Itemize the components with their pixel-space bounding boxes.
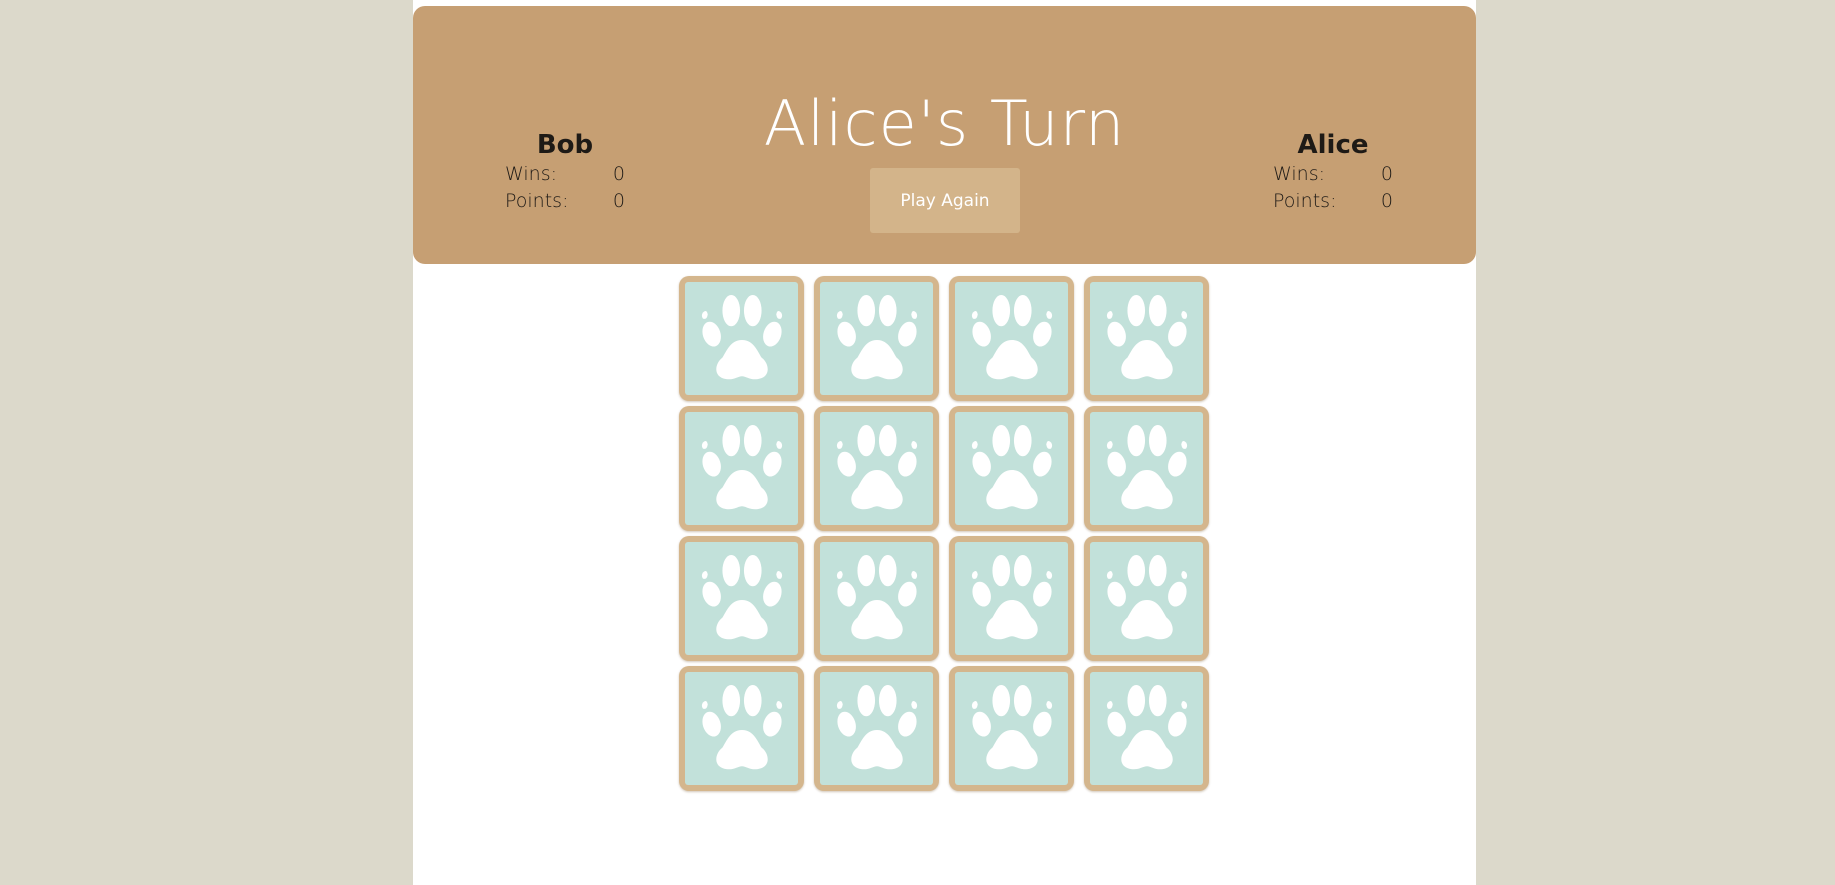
- paw-icon: [1106, 554, 1187, 639]
- card-back-face: [685, 412, 798, 525]
- card-back-face: [685, 542, 798, 655]
- scoreboard-header: Bob Wins: 0 Points: 0 Alice's Turn Play …: [413, 6, 1476, 264]
- points-value: 0: [612, 190, 625, 212]
- memory-card[interactable]: [949, 276, 1074, 401]
- paw-icon: [1106, 294, 1187, 379]
- card-back-face: [820, 282, 933, 395]
- paw-icon: [836, 684, 917, 769]
- memory-card[interactable]: [814, 666, 939, 791]
- card-back-face: [955, 412, 1068, 525]
- paw-icon: [971, 294, 1052, 379]
- wins-value: 0: [612, 163, 625, 185]
- card-back-face: [820, 542, 933, 655]
- memory-card[interactable]: [679, 666, 804, 791]
- memory-card[interactable]: [949, 406, 1074, 531]
- memory-card[interactable]: [814, 536, 939, 661]
- card-back-face: [820, 412, 933, 525]
- points-label: Points:: [1273, 190, 1337, 212]
- card-back-face: [1090, 282, 1203, 395]
- paw-icon: [701, 554, 782, 639]
- paw-icon: [1106, 684, 1187, 769]
- points-row: Points: 0: [1273, 188, 1393, 215]
- card-back-face: [1090, 672, 1203, 785]
- paw-icon: [1106, 424, 1187, 509]
- card-back-face: [955, 542, 1068, 655]
- paw-icon: [836, 424, 917, 509]
- paw-icon: [971, 684, 1052, 769]
- wins-label: Wins:: [1273, 163, 1325, 185]
- points-row: Points: 0: [505, 188, 625, 215]
- player-alice-panel: Alice Wins: 0 Points: 0: [1273, 129, 1393, 215]
- card-back-face: [1090, 412, 1203, 525]
- paw-icon: [701, 684, 782, 769]
- memory-card[interactable]: [814, 276, 939, 401]
- memory-card[interactable]: [679, 536, 804, 661]
- memory-card[interactable]: [949, 666, 1074, 791]
- memory-card-board: [679, 276, 1211, 791]
- memory-card[interactable]: [1084, 666, 1209, 791]
- game-page: Bob Wins: 0 Points: 0 Alice's Turn Play …: [413, 0, 1476, 885]
- memory-card[interactable]: [1084, 536, 1209, 661]
- paw-icon: [836, 554, 917, 639]
- paw-icon: [836, 294, 917, 379]
- points-label: Points:: [505, 190, 569, 212]
- card-back-face: [955, 672, 1068, 785]
- card-back-face: [685, 672, 798, 785]
- card-back-face: [685, 282, 798, 395]
- points-value: 0: [1380, 190, 1393, 212]
- memory-card[interactable]: [949, 536, 1074, 661]
- card-back-face: [1090, 542, 1203, 655]
- player-name: Alice: [1297, 130, 1369, 160]
- wins-value: 0: [1380, 163, 1393, 185]
- card-back-face: [955, 282, 1068, 395]
- paw-icon: [971, 424, 1052, 509]
- paw-icon: [971, 554, 1052, 639]
- memory-card[interactable]: [679, 276, 804, 401]
- paw-icon: [701, 424, 782, 509]
- wins-row: Wins: 0: [505, 161, 625, 188]
- wins-row: Wins: 0: [1273, 161, 1393, 188]
- memory-card[interactable]: [814, 406, 939, 531]
- wins-label: Wins:: [505, 163, 557, 185]
- play-again-button[interactable]: Play Again: [870, 168, 1020, 233]
- paw-icon: [701, 294, 782, 379]
- memory-card[interactable]: [1084, 406, 1209, 531]
- memory-card[interactable]: [1084, 276, 1209, 401]
- memory-card[interactable]: [679, 406, 804, 531]
- card-back-face: [820, 672, 933, 785]
